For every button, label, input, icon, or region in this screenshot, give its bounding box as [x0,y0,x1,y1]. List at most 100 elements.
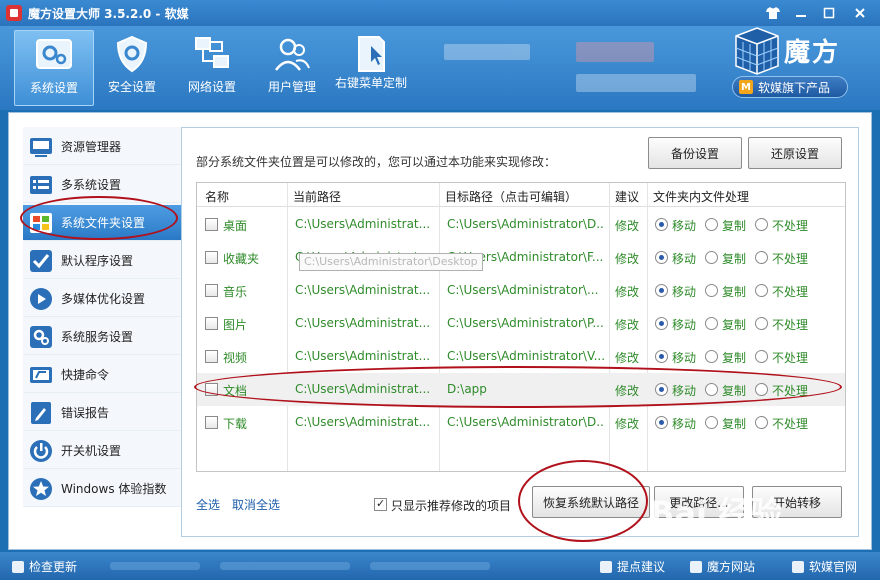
sidebar-item-error-report[interactable]: 错误报告 [23,395,181,431]
row-checkbox[interactable] [205,317,218,330]
skin-shirt-icon[interactable] [760,3,786,23]
radio-option[interactable] [655,383,668,396]
target-path-input[interactable]: C:\Users\Administrator\P... [447,316,605,330]
sidebar-item-label: 资源管理器 [61,140,122,154]
sidebar-item-default-programs[interactable]: 默认程序设置 [23,243,181,279]
table-row[interactable]: 桌面 C:\Users\Administrat... C:\Users\Admini… [197,208,845,241]
panel-description: 部分系统文件夹位置是可以修改的，您可以通过本功能来实现修改： [196,155,557,169]
sidebar: 资源管理器 多系统设置 系统文件夹设置 默认程序设置 多媒体优化设置 系统服务设… [23,127,181,507]
sidebar-item-multimedia[interactable]: 多媒体优化设置 [23,281,181,317]
radio-option[interactable] [655,350,668,363]
radio-option[interactable] [705,317,718,330]
sidebar-item-label: 快捷命令 [61,368,110,382]
start-transfer-button[interactable]: 开始转移 [752,486,842,518]
select-all-link[interactable]: 全选 [196,496,220,513]
radio-label: 不处理 [772,318,809,332]
mofang-site-link[interactable]: 魔方网站 [690,558,755,575]
close-icon[interactable] [844,3,876,23]
radio-option[interactable] [705,218,718,231]
check-update-link[interactable]: 检查更新 [12,558,77,575]
sidebar-item-power[interactable]: 开关机设置 [23,433,181,469]
tab-label: 系统设置 [29,81,78,95]
radio-label: 不处理 [772,285,809,299]
sidebar-item-system-services[interactable]: 系统服务设置 [23,319,181,355]
current-path: C:\Users\Administrat... [295,349,431,363]
row-checkbox[interactable] [205,416,218,429]
radio-option[interactable] [705,251,718,264]
sidebar-item-label: 多系统设置 [61,178,122,192]
target-path-input[interactable]: C:\Users\Administrator\V... [447,349,605,363]
table-row[interactable]: 下载 C:\Users\Administrat... C:\Users\Admini… [197,406,845,439]
radio-option[interactable] [655,284,668,297]
folder-name: 视频 [223,351,248,365]
radio-option[interactable] [755,383,768,396]
radio-option[interactable] [655,317,668,330]
sidebar-item-shortcut-commands[interactable]: 快捷命令 [23,357,181,393]
window-title: 魔方设置大师 3.5.2.0 - 软媒 [28,6,189,21]
radio-label: 移动 [672,219,697,233]
backup-settings-button[interactable]: 备份设置 [648,137,742,169]
row-checkbox[interactable] [205,350,218,363]
sidebar-item-system-folders[interactable]: 系统文件夹设置 [23,205,181,241]
check-update-label: 检查更新 [29,560,78,574]
tab-user-management[interactable]: 用户管理 [252,30,332,106]
windows-icon [30,212,52,233]
radio-option[interactable] [655,251,668,264]
table-row[interactable]: 图片 C:\Users\Administrat... C:\Users\Admini… [197,307,845,340]
radio-label: 移动 [672,285,697,299]
target-path-input[interactable]: D:\app [447,382,605,396]
row-checkbox[interactable] [205,218,218,231]
system-folder-table: 名称 当前路径 目标路径（点击可编辑） 建议 文件夹内文件处理 桌面 C:\Use… [196,182,846,472]
minimize-icon[interactable] [788,3,814,23]
table-row[interactable]: 视频 C:\Users\Administrat... C:\Users\Admini… [197,340,845,373]
cube-logo-icon [735,27,779,75]
suggest-value: 修改 [615,252,640,266]
suggest-value: 修改 [615,351,640,365]
restore-settings-button[interactable]: 还原设置 [748,137,842,169]
radio-option[interactable] [655,416,668,429]
row-checkbox[interactable] [205,383,218,396]
radio-option[interactable] [755,416,768,429]
table-row[interactable]: 收藏夹C:\Users\Administrat...C:\Users\Admin… [197,241,845,274]
tab-network-settings[interactable]: 网络设置 [172,30,252,106]
radio-option[interactable] [705,350,718,363]
brand-badge[interactable]: M 软媒旗下产品 [732,76,848,98]
change-path-button[interactable]: 更改路径... [654,486,744,518]
radio-option[interactable] [755,317,768,330]
sidebar-item-experience-index[interactable]: Windows 体验指数 [23,471,181,507]
radio-option[interactable] [655,218,668,231]
feedback-label: 提点建议 [617,560,666,574]
target-path-input[interactable]: C:\Users\Administrator\D... [447,217,605,231]
folder-name: 收藏夹 [223,252,260,266]
radio-option[interactable] [705,383,718,396]
tab-security-settings[interactable]: 安全设置 [92,30,172,106]
target-path-input[interactable]: C:\Users\Administrator\D... [447,415,605,429]
restore-default-path-button[interactable]: 恢复系统默认路径 [532,486,650,518]
radio-option[interactable] [755,251,768,264]
tab-system-settings[interactable]: 系统设置 [14,30,94,106]
ruanmei-site-link[interactable]: 软媒官网 [792,558,857,575]
row-checkbox[interactable] [205,251,218,264]
radio-option[interactable] [755,284,768,297]
multi-system-icon [30,175,52,194]
radio-option[interactable] [755,218,768,231]
only-recommended-checkbox[interactable] [374,497,387,511]
mofang-site-label: 魔方网站 [707,560,756,574]
feedback-link[interactable]: 提点建议 [600,558,665,575]
sidebar-item-explorer[interactable]: 资源管理器 [23,129,181,165]
radio-option[interactable] [705,284,718,297]
suggest-value: 修改 [615,285,640,299]
maximize-icon[interactable] [816,3,842,23]
tab-label: 右键菜单定制 [334,76,407,90]
row-checkbox[interactable] [205,284,218,297]
table-row[interactable]: 文档 C:\Users\Administrat... D:\app 修改 移动 复制 不处理 [197,373,845,406]
network-icon [195,37,229,68]
radio-option[interactable] [755,350,768,363]
sidebar-item-multi-system[interactable]: 多系统设置 [23,167,181,203]
deselect-all-link[interactable]: 取消全选 [232,496,280,513]
tab-context-menu[interactable]: 右键菜单定制 [330,30,412,106]
target-path-input[interactable]: C:\Users\Administrator\... [447,283,605,297]
users-icon [275,38,310,71]
table-row[interactable]: 音乐 C:\Users\Administrat... C:\Users\Admini… [197,274,845,307]
radio-option[interactable] [705,416,718,429]
